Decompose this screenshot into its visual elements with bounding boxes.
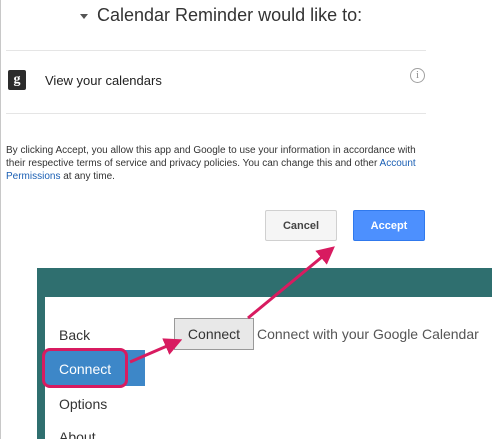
annotation-arrows [129, 246, 335, 364]
annotation-arrow-1 [129, 338, 183, 364]
annotation-arrow-2 [247, 246, 335, 320]
screenshot: Calendar Reminder would like to: g View … [0, 0, 492, 439]
